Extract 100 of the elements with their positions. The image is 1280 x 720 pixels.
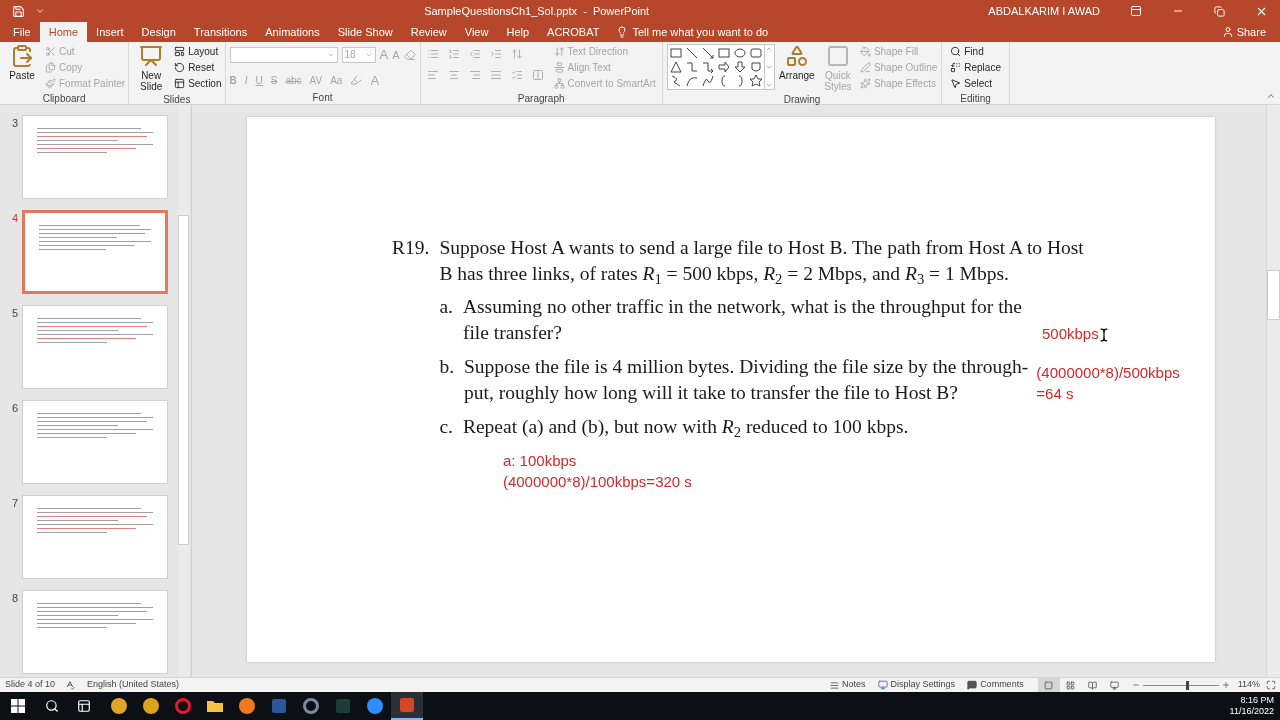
part-letter: c. [439, 415, 453, 439]
slide-thumbnail[interactable] [22, 305, 168, 389]
ribbon-tab[interactable]: Slide Show [328, 22, 402, 42]
zoom-level[interactable]: 114% [1237, 678, 1260, 692]
ribbon-small-button[interactable]: Section [174, 76, 222, 91]
ribbon-tab[interactable]: Animations [256, 22, 329, 42]
reset-icon [174, 62, 186, 73]
task-view-icon[interactable] [77, 699, 91, 713]
question-text: Suppose Host A wants to send a large file to Host B. The path from Host A to Host B has three links, of rates R$_{1}$ = 500 kbps, R$_{2}$ = 2 Mbps, and R$_{3}$ = 1 Mbps. [439, 236, 1085, 287]
view-button[interactable] [1037, 678, 1060, 692]
zoom-out-icon[interactable] [1131, 681, 1140, 689]
ribbon-large-button[interactable]: Paste [3, 42, 41, 91]
ribbon-small-button[interactable]: Select [950, 76, 1001, 91]
shape-icon[interactable] [684, 74, 699, 88]
slide-number: 3 [10, 116, 18, 131]
ribbon-small-button[interactable]: Find [950, 44, 1001, 59]
monitor-icon [877, 680, 888, 690]
customize-caret-icon[interactable] [35, 6, 45, 16]
ribbon-tab[interactable]: Design [132, 22, 185, 42]
slide-thumbnail[interactable] [22, 495, 168, 579]
notes-button[interactable]: Notes [830, 678, 866, 692]
ribbon-display-icon[interactable] [1130, 5, 1142, 17]
zoom-thumb[interactable] [1185, 680, 1189, 690]
shape-icon[interactable] [716, 60, 731, 74]
taskbar-button[interactable] [391, 692, 423, 720]
collapse-ribbon-icon[interactable] [1266, 91, 1276, 101]
scroll-down-icon[interactable] [765, 63, 774, 71]
scroll-up-icon[interactable] [765, 45, 774, 53]
pointer-icon [950, 78, 962, 89]
ribbon-tab[interactable]: Help [497, 22, 539, 42]
zoom-slider[interactable] [1142, 680, 1219, 690]
layout-icon [174, 46, 186, 57]
answer-text: (4000000*8)/100kbps=320 s [502, 472, 693, 492]
window-title: SampleQuestionsCh1_Sol.pptx - PowerPoint [423, 3, 650, 19]
slide-thumbnail[interactable] [22, 590, 168, 674]
group-label: Clipboard [41, 92, 87, 105]
clock-time[interactable]: 8:16 PM [1240, 695, 1274, 706]
shape-icon[interactable] [668, 60, 683, 74]
search-icon[interactable] [45, 699, 59, 713]
slide-thumbnail[interactable] [22, 400, 168, 484]
clock-date[interactable]: 11/16/2022 [1229, 706, 1274, 717]
group-label: Font [311, 91, 334, 104]
notes-icon [830, 680, 840, 690]
view-icon [1088, 680, 1098, 690]
restore-icon[interactable] [1214, 5, 1225, 17]
scissors-icon [45, 46, 56, 57]
text-direction-icon [553, 46, 565, 57]
part-letter: b. [439, 355, 454, 379]
slide-counter: Slide 4 of 10 [5, 678, 56, 692]
sparkles-icon [859, 78, 871, 89]
answer-text: =64 s [1036, 384, 1075, 404]
paintbrush-icon [45, 78, 56, 89]
search-icon [950, 46, 962, 57]
slide-thumbnail[interactable] [22, 115, 168, 199]
ribbon-tab[interactable]: Insert [87, 22, 133, 42]
more-icon[interactable] [765, 81, 774, 89]
user-icon [1221, 26, 1234, 38]
share-button[interactable]: Share [1221, 22, 1266, 42]
ribbon-small-button[interactable]: Reset [174, 60, 222, 75]
ribbon-large-button[interactable]: Arrange [777, 42, 816, 92]
language-label[interactable]: English (United States) [87, 678, 180, 692]
shape-icon[interactable] [700, 60, 715, 74]
problem-number: R19. [392, 236, 430, 260]
arrange-icon [784, 44, 809, 68]
ribbon-tab[interactable]: Review [401, 22, 456, 42]
thumbnail-scrollbar[interactable] [178, 105, 189, 677]
shapes-gallery[interactable] [666, 44, 775, 90]
ribbon-tab[interactable]: ACROBAT [538, 22, 609, 42]
canvas-scrollbar[interactable] [1266, 105, 1280, 677]
spell-check-icon[interactable] [65, 680, 76, 690]
fit-slide-icon[interactable] [1266, 680, 1276, 690]
display-settings-button[interactable]: Display Settings [877, 678, 956, 692]
question-text: Repeat (a) and (b), but now with R$_{2}$ reduced to 100 kbps. [462, 415, 909, 440]
shape-icon[interactable] [732, 60, 747, 74]
ribbon-tab[interactable]: Home [39, 22, 88, 42]
shape-icon[interactable] [700, 74, 715, 88]
slide-number: 4 [10, 211, 18, 226]
shape-icon[interactable] [732, 46, 747, 60]
tell-me-field[interactable]: Tell me what you want to do [616, 22, 769, 42]
shape-icon[interactable] [748, 60, 763, 74]
ribbon-small-button[interactable]: Replace [950, 60, 1001, 75]
comment-icon [967, 680, 978, 690]
ribbon-small-button[interactable]: Layout [174, 44, 222, 59]
zoom-in-icon[interactable] [1221, 681, 1230, 689]
slide-number: 6 [10, 401, 18, 416]
slide-thumbnail[interactable] [22, 210, 168, 294]
shape-icon[interactable] [700, 46, 715, 60]
group-label: Slides [162, 93, 192, 106]
ribbon-tab[interactable]: View [455, 22, 498, 42]
group-label: Drawing [782, 93, 822, 106]
clipboard-icon [10, 44, 34, 68]
ribbon-tab[interactable]: Transitions [184, 22, 257, 42]
ribbon-tab[interactable]: File [4, 22, 40, 42]
windows-logo-icon[interactable] [11, 699, 25, 713]
comments-button[interactable]: Comments [967, 678, 1024, 692]
save-icon[interactable] [12, 4, 25, 18]
shape-icon[interactable] [684, 46, 699, 60]
ribbon-large-button[interactable]: New Slide [132, 42, 171, 92]
answer-text: a: 100kbps [502, 451, 578, 471]
shape-icon[interactable] [748, 74, 763, 88]
